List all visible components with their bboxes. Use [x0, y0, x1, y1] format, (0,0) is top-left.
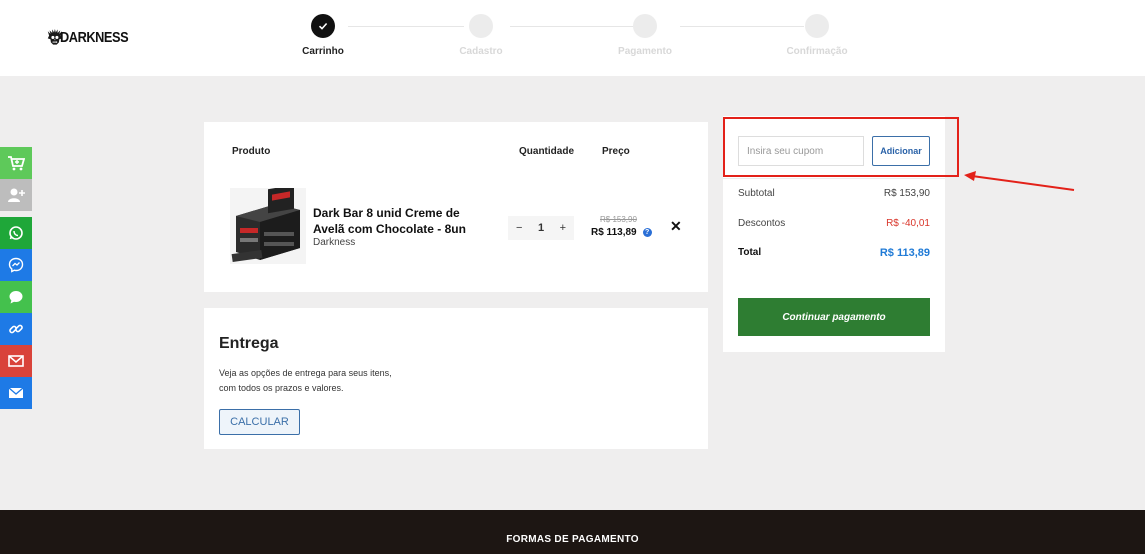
check-icon	[318, 22, 328, 30]
shipping-card: Entrega Veja as opções de entrega para s…	[204, 308, 708, 449]
gmail-button[interactable]	[0, 345, 32, 377]
total-value: R$ 113,89	[879, 247, 930, 259]
header-product: Produto	[232, 146, 271, 157]
subtotal-label: Subtotal	[738, 188, 775, 199]
arrow-annotation-icon	[964, 171, 1075, 191]
coupon-input[interactable]	[738, 136, 864, 166]
step-cadastro[interactable]: Cadastro	[436, 14, 526, 57]
add-coupon-button[interactable]: Adicionar	[872, 136, 930, 166]
continue-payment-button[interactable]: Continuar pagamento	[738, 298, 930, 336]
old-price: R$ 153,90	[600, 215, 637, 224]
chat-button[interactable]	[0, 281, 32, 313]
brand-name: DARKNESS	[59, 28, 129, 46]
step-dot	[805, 14, 829, 38]
subtotal-row: Subtotal R$ 153,90	[738, 188, 930, 199]
cart-button[interactable]	[0, 147, 32, 179]
shipping-title: Entrega	[219, 335, 279, 352]
total-label: Total	[738, 247, 762, 258]
link-icon	[9, 324, 23, 334]
discount-label: Descontos	[738, 218, 786, 229]
step-pagamento[interactable]: Pagamento	[600, 14, 690, 57]
product-name[interactable]: Dark Bar 8 unid Creme de Avelã com Choco…	[313, 205, 493, 237]
quantity-stepper: − 1 +	[508, 216, 574, 240]
side-action-bar	[0, 147, 32, 409]
price-value: R$ 113,89	[591, 227, 637, 238]
brand-logo[interactable]: DARKNESS	[46, 18, 140, 56]
product-box-image	[230, 188, 306, 264]
divider	[723, 178, 945, 179]
product-brand: Darkness	[313, 237, 356, 248]
shipping-line-1: Veja as opções de entrega para seus iten…	[219, 368, 392, 378]
email-icon	[8, 387, 24, 398]
step-label: Pagamento	[618, 46, 672, 57]
remove-item-button[interactable]: ✕	[670, 218, 682, 235]
step-carrinho[interactable]: Carrinho	[278, 14, 368, 57]
step-dot	[633, 14, 657, 38]
product-image[interactable]	[230, 188, 306, 264]
gmail-icon	[8, 355, 24, 367]
current-price: R$ 113,89 ?	[591, 227, 652, 238]
quantity-value[interactable]: 1	[538, 222, 544, 234]
footer: FORMAS DE PAGAMENTO	[0, 510, 1145, 554]
order-summary-card: Adicionar Subtotal R$ 153,90 Descontos R…	[723, 116, 945, 352]
discount-value: R$ -40,01	[886, 218, 930, 229]
whatsapp-icon	[9, 226, 23, 240]
messenger-button[interactable]	[0, 249, 32, 281]
decrease-quantity-button[interactable]: −	[516, 222, 522, 234]
add-user-icon	[8, 188, 25, 202]
messenger-icon	[8, 257, 24, 273]
header-quantity: Quantidade	[519, 146, 575, 157]
cart-card: Produto Quantidade Preço Dark Bar 8 unid…	[204, 122, 708, 292]
add-user-button[interactable]	[0, 179, 32, 211]
help-icon[interactable]: ?	[642, 228, 652, 237]
step-label: Cadastro	[459, 46, 503, 57]
checkout-steps: Carrinho Cadastro Pagamento Confirmação	[290, 14, 870, 64]
step-label: Carrinho	[302, 46, 344, 57]
step-label: Confirmação	[786, 46, 848, 57]
subtotal-value: R$ 153,90	[883, 188, 930, 199]
step-dot	[469, 14, 493, 38]
header: DARKNESS Carrinho Cadastro Pagamento Con…	[0, 0, 1145, 76]
total-row: Total R$ 113,89	[738, 247, 930, 259]
header-price: Preço	[602, 146, 630, 157]
increase-quantity-button[interactable]: +	[560, 222, 566, 234]
step-confirmacao[interactable]: Confirmação	[772, 14, 862, 57]
footer-title: FORMAS DE PAGAMENTO	[506, 534, 639, 545]
cart-icon	[8, 156, 25, 171]
email-button[interactable]	[0, 377, 32, 409]
shipping-description: Veja as opções de entrega para seus iten…	[219, 366, 392, 396]
chat-icon	[9, 291, 23, 304]
shipping-line-2: com todos os prazos e valores.	[219, 383, 344, 393]
step-dot	[311, 14, 335, 38]
calculate-shipping-button[interactable]: CALCULAR	[219, 409, 300, 435]
link-button[interactable]	[0, 313, 32, 345]
whatsapp-button[interactable]	[0, 217, 32, 249]
discount-row: Descontos R$ -40,01	[738, 218, 930, 229]
